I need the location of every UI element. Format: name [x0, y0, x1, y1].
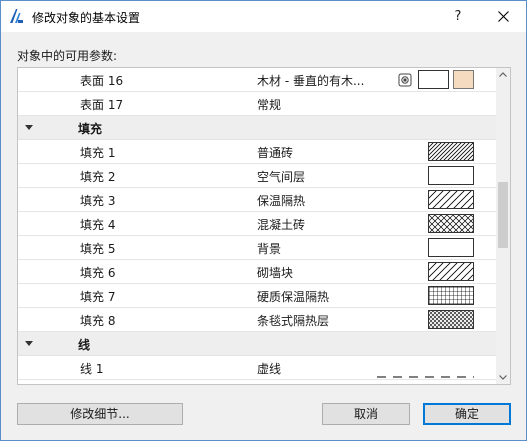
fill-pattern-swatch[interactable]	[428, 286, 474, 305]
table-row[interactable]: 填充 6 砌墙块	[18, 260, 496, 284]
parameter-name: 填充 2	[80, 170, 116, 184]
parameter-name: 表面 16	[80, 74, 124, 88]
close-icon	[498, 11, 509, 22]
parameter-name: 填充 5	[80, 242, 116, 256]
parameter-value[interactable]: 常规	[257, 96, 281, 113]
table-row[interactable]: 填充 7 硬质保温隔热	[18, 284, 496, 308]
table-row[interactable]: 表面 16 木材 - 垂直的有木...	[18, 68, 496, 92]
scroll-thumb[interactable]	[498, 181, 508, 248]
surface-swatch[interactable]	[418, 70, 449, 89]
parameter-name: 填充 1	[80, 146, 116, 160]
fill-pattern-swatch[interactable]	[428, 190, 474, 209]
fill-pattern-swatch[interactable]	[428, 166, 474, 185]
close-button[interactable]	[487, 1, 521, 32]
scroll-down-button[interactable]	[496, 370, 510, 384]
scroll-up-button[interactable]	[496, 68, 510, 82]
params-label: 对象中的可用参数:	[17, 49, 118, 63]
table-row[interactable]: 填充 5 背景	[18, 236, 496, 260]
group-row[interactable]: 线	[18, 332, 496, 356]
parameter-value[interactable]: 空气间层	[257, 168, 305, 185]
parameter-name: 表面 17	[80, 98, 124, 112]
table-row[interactable]: 表面 17 常规	[18, 92, 496, 116]
surface-color-swatch[interactable]	[453, 70, 474, 89]
vertical-scrollbar[interactable]	[496, 68, 510, 384]
chevron-down-icon	[499, 375, 507, 380]
table-row[interactable]: 线 1 虚线	[18, 356, 496, 380]
archicad-icon	[8, 8, 24, 24]
table-row[interactable]: 填充 1 普通砖	[18, 140, 496, 164]
fill-pattern-swatch[interactable]	[428, 310, 474, 329]
table-row[interactable]: 填充 8 条毯式隔热层	[18, 308, 496, 332]
parameter-value[interactable]: 硬质保温隔热	[257, 288, 329, 305]
fill-pattern-swatch[interactable]	[428, 238, 474, 257]
group-label: 线	[78, 338, 91, 352]
fill-pattern-swatch[interactable]	[428, 262, 474, 281]
group-row[interactable]: 填充	[18, 116, 496, 140]
parameter-value[interactable]: 虚线	[257, 360, 281, 377]
parameter-value[interactable]: 普通砖	[257, 144, 293, 161]
fill-pattern-swatch[interactable]	[428, 214, 474, 233]
parameter-name: 线 1	[80, 362, 104, 376]
help-button[interactable]: ?	[441, 1, 475, 32]
cancel-button[interactable]: 取消	[322, 403, 410, 425]
title-bar: 修改对象的基本设置 ?	[1, 1, 526, 32]
modify-details-button[interactable]: 修改细节...	[17, 403, 183, 425]
parameter-value[interactable]: 保温隔热	[257, 192, 305, 209]
chevron-up-icon	[499, 72, 507, 77]
parameter-name: 填充 8	[80, 314, 116, 328]
dialog-window: 修改对象的基本设置 ? 对象中的可用参数: 表面 16 木材 - 垂直的有木...…	[0, 0, 527, 441]
parameter-value[interactable]: 条毯式隔热层	[257, 312, 329, 329]
parameter-list[interactable]: 表面 16 木材 - 垂直的有木... 表面 17 常规填充填充 1 普通砖填充 2 空气…	[17, 67, 511, 385]
parameter-value[interactable]: 混凝土砖	[257, 216, 305, 233]
fill-pattern-swatch[interactable]	[428, 142, 474, 161]
parameter-name: 填充 6	[80, 266, 116, 280]
line-type-preview[interactable]	[377, 367, 474, 378]
parameter-value[interactable]: 砌墙块	[257, 264, 293, 281]
caret-down-icon[interactable]	[25, 125, 33, 130]
parameter-name: 填充 7	[80, 290, 116, 304]
table-row[interactable]: 填充 2 空气间层	[18, 164, 496, 188]
parameter-name: 填充 4	[80, 218, 116, 232]
table-row[interactable]: 填充 4 混凝土砖	[18, 212, 496, 236]
caret-down-icon[interactable]	[25, 341, 33, 346]
parameter-name: 填充 3	[80, 194, 116, 208]
parameter-value[interactable]: 木材 - 垂直的有木...	[257, 72, 364, 89]
group-label: 填充	[78, 122, 103, 136]
material-picker-icon[interactable]	[398, 73, 412, 87]
dialog-title: 修改对象的基本设置	[32, 11, 141, 25]
ok-button[interactable]: 确定	[423, 403, 511, 425]
table-row[interactable]: 填充 3 保温隔热	[18, 188, 496, 212]
parameter-value[interactable]: 背景	[257, 240, 281, 257]
